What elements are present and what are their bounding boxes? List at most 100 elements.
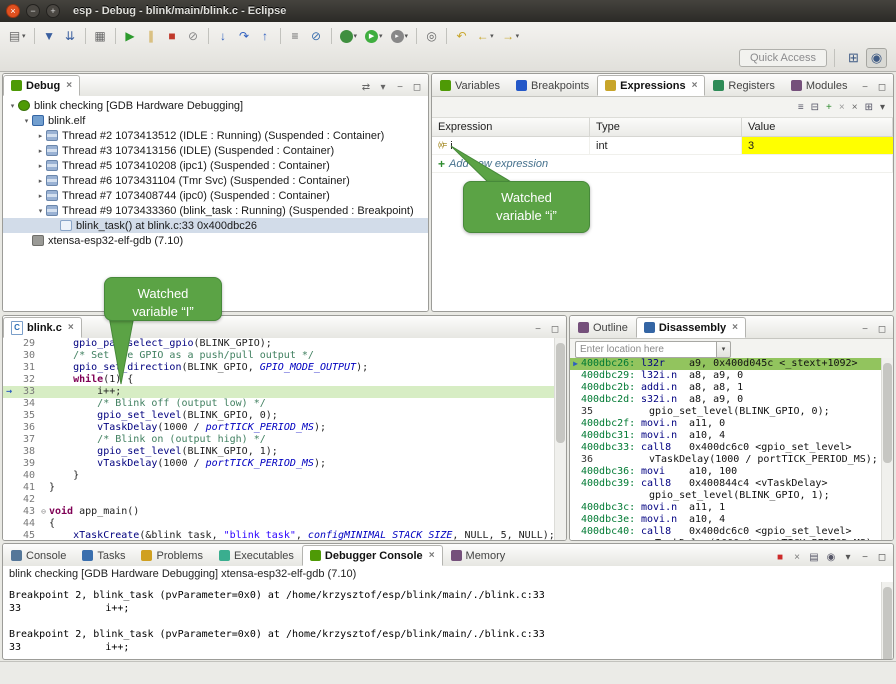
new-expression-group-icon[interactable]: ⊞ (865, 102, 873, 113)
debug-tree-item[interactable]: ▸Thread #7 1073408744 (ipc0) (Suspended … (3, 188, 428, 203)
fold-icon[interactable]: ⊖ (38, 506, 49, 518)
twisty-icon[interactable]: ▸ (35, 162, 46, 170)
tab-expressions[interactable]: Expressions× (597, 75, 705, 96)
debug-tree-item[interactable]: ▸Thread #2 1073413512 (IDLE : Running) (… (3, 128, 428, 143)
disassembly-source-line[interactable]: 36vTaskDelay(1000 / portTICK_PERIOD_MS); (570, 454, 882, 466)
close-icon[interactable]: × (692, 80, 698, 91)
terminate-button[interactable]: ■ (163, 27, 182, 45)
debug-tree-item[interactable]: ▸Thread #5 1073410208 (ipc1) (Suspended … (3, 158, 428, 173)
disassembly-line[interactable]: 400dbc39:call80x400844c4 <vTaskDelay> (570, 478, 882, 490)
disassembly-line[interactable]: 400dbc2b:addi.na8, a8, 1 (570, 382, 882, 394)
disassembly-line[interactable]: 400dbc29:l32i.na8, a9, 0 (570, 370, 882, 382)
add-expression-row[interactable]: +Add new expression (432, 155, 893, 173)
code-line[interactable]: 37 /* Blink on (output high) */ (3, 434, 555, 446)
disassembly-line[interactable]: 400dbc33:call80x400dc6c0 <gpio_set_level… (570, 442, 882, 454)
new-button[interactable]: ▤▾ (5, 27, 29, 45)
debug-tree-item[interactable]: ▾blink.elf (3, 113, 428, 128)
external-tools-button[interactable]: ▸▾ (388, 28, 412, 45)
code-line[interactable]: 41} (3, 482, 555, 494)
code-line[interactable]: 40 } (3, 470, 555, 482)
disassembly-line[interactable]: 400dbc3c:movi.na11, 1 (570, 502, 882, 514)
tab-memory[interactable]: Memory (443, 545, 514, 566)
disassembly-line[interactable]: 400dbc2d:s32i.na8, a9, 0 (570, 394, 882, 406)
close-icon[interactable]: × (429, 550, 435, 561)
run-button[interactable]: ▶▾ (362, 28, 386, 45)
disassembly-line[interactable]: 400dbc3e:movi.na10, 4 (570, 514, 882, 526)
tab-registers[interactable]: Registers (705, 75, 782, 96)
tab-breakpoints[interactable]: Breakpoints (508, 75, 597, 96)
minimize-icon[interactable]: − (859, 82, 871, 93)
disassembly-line[interactable]: 400dbc2f:movi.na11, 0 (570, 418, 882, 430)
terminate-icon[interactable]: ■ (774, 552, 786, 563)
search-button[interactable]: ◎ (422, 27, 441, 45)
minimize-icon[interactable]: − (859, 552, 871, 563)
code-line[interactable]: 32 while(1) { (3, 374, 555, 386)
show-type-names-icon[interactable]: ≡ (798, 102, 804, 113)
suspend-button[interactable]: ∥ (142, 27, 161, 45)
view-menu-icon[interactable]: ▾ (377, 82, 389, 93)
debug-tree-item[interactable]: ▾Thread #9 1073433360 (blink_task : Runn… (3, 203, 428, 218)
tab-debugger-console[interactable]: Debugger Console× (302, 545, 443, 566)
code-line[interactable]: 42 (3, 494, 555, 506)
tab-debug[interactable]: Debug× (3, 75, 80, 96)
column-header-value[interactable]: Value (742, 118, 893, 136)
open-perspective-button[interactable]: ⊞ (843, 48, 864, 68)
clear-console-icon[interactable]: ▤ (808, 552, 820, 563)
remove-all-expressions-icon[interactable]: × (852, 102, 858, 113)
instruction-stepping-button[interactable]: ≡ (286, 27, 305, 45)
print-button[interactable]: ▦ (91, 27, 110, 45)
code-line[interactable]: 29 gpio_pad_select_gpio(BLINK_GPIO); (3, 338, 555, 350)
console-scrollbar[interactable] (881, 582, 893, 659)
maximize-icon[interactable]: ◻ (876, 552, 888, 563)
display-console-icon[interactable]: ▾ (842, 552, 854, 563)
maximize-icon[interactable]: ◻ (549, 324, 561, 335)
tab-disassembly[interactable]: Disassembly× (636, 317, 746, 338)
disassembly-source-line[interactable]: 35gpio_set_level(BLINK_GPIO, 0); (570, 406, 882, 418)
twisty-icon[interactable]: ▾ (7, 102, 18, 110)
scrollbar-thumb[interactable] (556, 343, 565, 443)
minimize-icon[interactable]: − (859, 324, 871, 335)
code-line[interactable]: 43⊖void app_main() (3, 506, 555, 518)
close-icon[interactable]: × (732, 322, 738, 333)
maximize-icon[interactable]: ◻ (411, 82, 423, 93)
disassembly-line[interactable]: 400dbc40:call80x400dc6c0 <gpio_set_level… (570, 526, 882, 538)
tab-console[interactable]: Console (3, 545, 74, 566)
disassembly-line[interactable]: 400dbc36:movia10, 100 (570, 466, 882, 478)
tab-executables[interactable]: Executables (211, 545, 302, 566)
code-line[interactable]: 38 gpio_set_level(BLINK_GPIO, 1); (3, 446, 555, 458)
twisty-icon[interactable]: ▸ (35, 147, 46, 155)
save-button[interactable]: ▼ (40, 27, 59, 45)
code-line[interactable]: 45 xTaskCreate(&blink_task, "blink_task"… (3, 530, 555, 540)
code-line[interactable]: 39 vTaskDelay(1000 / portTICK_PERIOD_MS)… (3, 458, 555, 470)
code-line[interactable]: 31 gpio_set_direction(BLINK_GPIO, GPIO_M… (3, 362, 555, 374)
maximize-icon[interactable]: ◻ (876, 324, 888, 335)
twisty-icon[interactable]: ▸ (35, 132, 46, 140)
debug-perspective-button[interactable]: ◉ (866, 48, 887, 68)
step-over-button[interactable]: ↷ (235, 27, 254, 45)
connect-icon[interactable]: ⇄ (360, 82, 372, 93)
minimize-button[interactable]: − (26, 4, 40, 18)
close-button[interactable]: × (6, 4, 20, 18)
tab-variables[interactable]: Variables (432, 75, 508, 96)
close-icon[interactable]: × (66, 80, 72, 91)
code-line[interactable]: 34 /* Blink off (output low) */ (3, 398, 555, 410)
code-line[interactable]: 35 gpio_set_level(BLINK_GPIO, 0); (3, 410, 555, 422)
quick-access-button[interactable]: Quick Access (739, 49, 827, 67)
save-all-button[interactable]: ⇊ (61, 27, 80, 45)
expression-row[interactable]: (x)=iint3 (432, 137, 893, 155)
twisty-icon[interactable]: ▾ (35, 207, 46, 215)
tab-tasks[interactable]: Tasks (74, 545, 133, 566)
code-line[interactable]: →33 i++; (3, 386, 555, 398)
resume-button[interactable]: ▶ (121, 27, 140, 45)
disassembly-view[interactable]: ▶400dbc26:l32ra9, 0x400d045c <_stext+109… (570, 358, 882, 540)
add-expression-icon[interactable]: + (826, 102, 832, 113)
console-output[interactable]: Breakpoint 2, blink_task (pvParameter=0x… (3, 582, 881, 659)
skip-all-breakpoints-button[interactable]: ⊘ (307, 27, 326, 45)
tab-modules[interactable]: Modules (783, 75, 856, 96)
tab-problems[interactable]: Problems (133, 545, 210, 566)
pin-console-icon[interactable]: ◉ (825, 552, 837, 563)
minimize-icon[interactable]: − (394, 82, 406, 93)
disassembly-line[interactable]: ▶400dbc26:l32ra9, 0x400d045c <_stext+109… (570, 358, 882, 370)
forward-button[interactable]: →▾ (499, 27, 523, 45)
scrollbar-thumb[interactable] (883, 363, 892, 463)
